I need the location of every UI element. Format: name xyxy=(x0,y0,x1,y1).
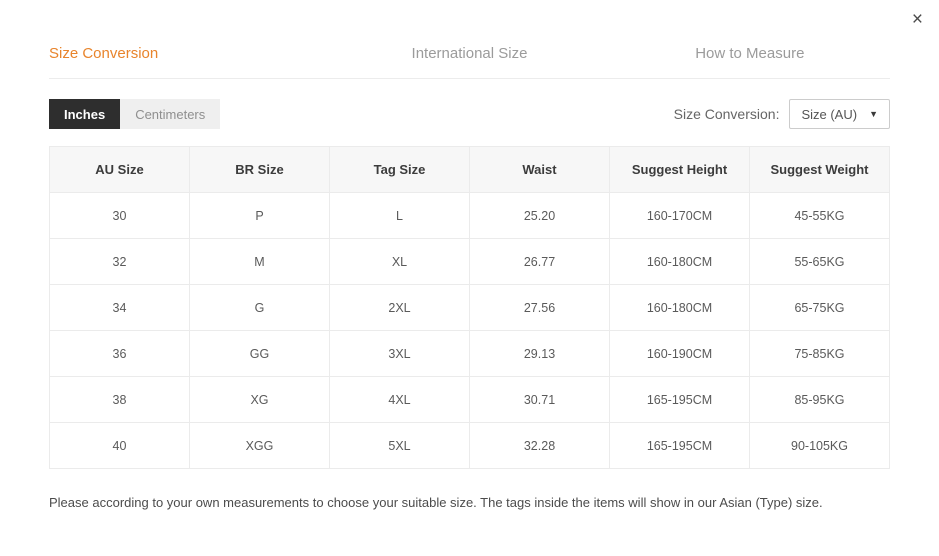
table-row: 36GG3XL29.13160-190CM75-85KG xyxy=(50,331,890,377)
table-cell: 25.20 xyxy=(470,193,610,239)
size-conversion-table: AU SizeBR SizeTag SizeWaistSuggest Heigh… xyxy=(49,146,890,469)
table-row: 34G2XL27.56160-180CM65-75KG xyxy=(50,285,890,331)
column-header-br-size: BR Size xyxy=(190,147,330,193)
table-cell: L xyxy=(330,193,470,239)
table-cell: 26.77 xyxy=(470,239,610,285)
table-cell: 4XL xyxy=(330,377,470,423)
table-cell: 29.13 xyxy=(470,331,610,377)
size-guide-modal: × Size ConversionInternational SizeHow t… xyxy=(0,0,939,556)
tab-how-to-measure[interactable]: How to Measure xyxy=(610,45,890,63)
table-cell: GG xyxy=(190,331,330,377)
table-cell: 40 xyxy=(50,423,190,469)
table-row: 38XG4XL30.71165-195CM85-95KG xyxy=(50,377,890,423)
column-header-au-size: AU Size xyxy=(50,147,190,193)
table-cell: 32.28 xyxy=(470,423,610,469)
table-cell: 75-85KG xyxy=(750,331,890,377)
column-header-waist: Waist xyxy=(470,147,610,193)
tab-bar: Size ConversionInternational SizeHow to … xyxy=(49,0,890,79)
table-cell: 165-195CM xyxy=(610,377,750,423)
size-conversion-control: Size Conversion: Size (AU) ▼ xyxy=(674,99,890,129)
table-cell: 85-95KG xyxy=(750,377,890,423)
table-cell: XL xyxy=(330,239,470,285)
table-cell: 45-55KG xyxy=(750,193,890,239)
table-cell: 160-180CM xyxy=(610,285,750,331)
table-cell: G xyxy=(190,285,330,331)
table-cell: 160-170CM xyxy=(610,193,750,239)
tab-international-size[interactable]: International Size xyxy=(329,45,609,63)
table-cell: 165-195CM xyxy=(610,423,750,469)
table-cell: 32 xyxy=(50,239,190,285)
table-cell: 30.71 xyxy=(470,377,610,423)
table-cell: 30 xyxy=(50,193,190,239)
table-cell: 5XL xyxy=(330,423,470,469)
table-cell: XG xyxy=(190,377,330,423)
table-cell: 55-65KG xyxy=(750,239,890,285)
table-header-row: AU SizeBR SizeTag SizeWaistSuggest Heigh… xyxy=(50,147,890,193)
size-conversion-label: Size Conversion: xyxy=(674,106,780,122)
close-icon[interactable]: × xyxy=(908,6,927,33)
table-cell: 3XL xyxy=(330,331,470,377)
table-cell: 160-190CM xyxy=(610,331,750,377)
table-row: 32MXL26.77160-180CM55-65KG xyxy=(50,239,890,285)
unit-toggle: InchesCentimeters xyxy=(49,99,220,129)
column-header-tag-size: Tag Size xyxy=(330,147,470,193)
table-cell: 38 xyxy=(50,377,190,423)
dropdown-selected-value: Size (AU) xyxy=(801,107,857,122)
table-cell: XGG xyxy=(190,423,330,469)
table-cell: P xyxy=(190,193,330,239)
table-row: 40XGG5XL32.28165-195CM90-105KG xyxy=(50,423,890,469)
size-au-dropdown[interactable]: Size (AU) ▼ xyxy=(789,99,890,129)
sizing-note: Please according to your own measurement… xyxy=(49,495,890,510)
table-cell: 27.56 xyxy=(470,285,610,331)
table-cell: M xyxy=(190,239,330,285)
table-cell: 160-180CM xyxy=(610,239,750,285)
centimeters-button[interactable]: Centimeters xyxy=(120,99,220,129)
table-cell: 90-105KG xyxy=(750,423,890,469)
table-cell: 34 xyxy=(50,285,190,331)
table-cell: 2XL xyxy=(330,285,470,331)
inches-button[interactable]: Inches xyxy=(49,99,120,129)
column-header-suggest-weight: Suggest Weight xyxy=(750,147,890,193)
column-header-suggest-height: Suggest Height xyxy=(610,147,750,193)
table-cell: 65-75KG xyxy=(750,285,890,331)
controls-row: InchesCentimeters Size Conversion: Size … xyxy=(49,99,890,129)
table-cell: 36 xyxy=(50,331,190,377)
tab-size-conversion[interactable]: Size Conversion xyxy=(49,45,329,63)
table-row: 30PL25.20160-170CM45-55KG xyxy=(50,193,890,239)
chevron-down-icon: ▼ xyxy=(869,109,878,119)
